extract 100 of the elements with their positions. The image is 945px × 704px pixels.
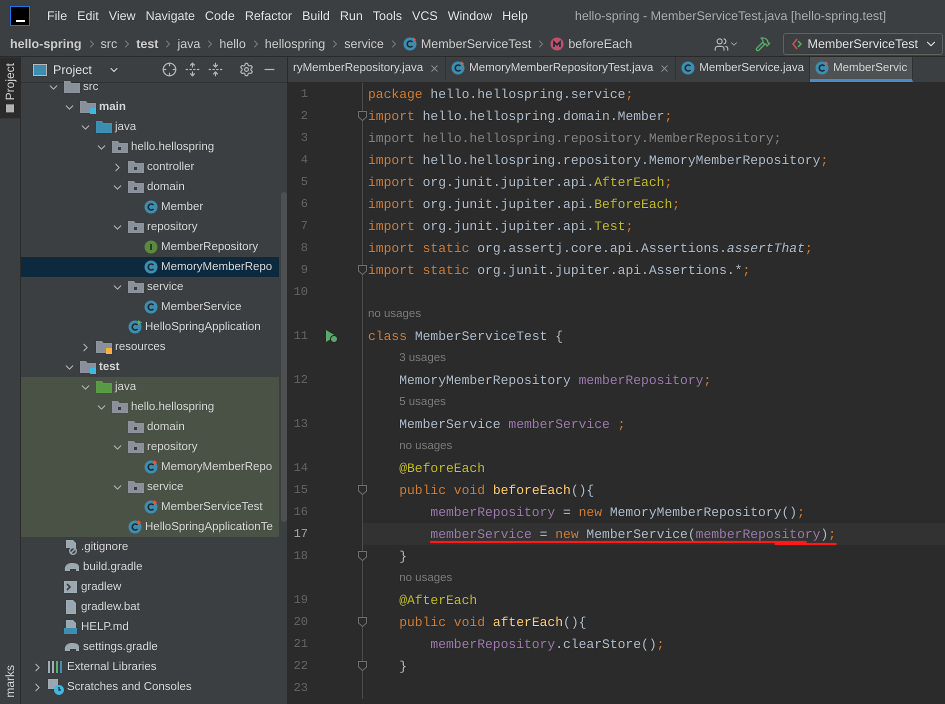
tree-item[interactable]: MemberServiceTest bbox=[21, 497, 279, 517]
scratches-icon bbox=[48, 679, 64, 695]
tree-item[interactable]: repository bbox=[21, 217, 279, 237]
line-number: 5 bbox=[300, 175, 308, 189]
menu-item[interactable]: Refactor bbox=[240, 9, 298, 23]
menu-item[interactable]: Run bbox=[334, 9, 368, 23]
tree-item[interactable]: HELP.md bbox=[21, 617, 279, 637]
breadcrumb[interactable]: src bbox=[100, 37, 118, 51]
tree-item-label: java bbox=[115, 381, 136, 393]
scrollbar-thumb[interactable] bbox=[281, 192, 287, 522]
tree-item-label: java bbox=[115, 121, 136, 133]
bookmarks-tool-tab[interactable]: marks bbox=[0, 659, 20, 704]
menu-item[interactable]: Help bbox=[497, 9, 533, 23]
tree-item[interactable]: MemoryMemberRepo bbox=[21, 457, 279, 477]
project-tool-tab[interactable]: Project bbox=[0, 57, 20, 118]
line-number: 12 bbox=[292, 373, 308, 387]
tree-item[interactable]: resources bbox=[21, 337, 279, 357]
tree-item[interactable]: src bbox=[21, 77, 279, 97]
run-config-dropdown[interactable]: MemberServiceTest bbox=[782, 33, 943, 55]
menu-item[interactable]: File bbox=[42, 9, 72, 23]
code-line: import static org.junit.jupiter.api.Assertions.*; bbox=[368, 262, 750, 278]
breadcrumb[interactable]: beforeEach bbox=[568, 37, 632, 51]
tree-item[interactable]: MemoryMemberRepo bbox=[21, 257, 279, 277]
code-line: memberRepository.clearStore(); bbox=[430, 636, 664, 652]
tree-item[interactable]: service bbox=[21, 477, 279, 497]
users-icon bbox=[714, 36, 729, 52]
code-line: MemoryMemberRepository memberRepository; bbox=[399, 372, 712, 388]
breadcrumb[interactable]: hello bbox=[219, 37, 246, 51]
tree-item[interactable]: gradlew.bat bbox=[21, 597, 279, 617]
expand-all-icon[interactable] bbox=[184, 62, 200, 77]
line-number: 18 bbox=[292, 549, 308, 563]
tree-item[interactable]: hello.hellospring bbox=[21, 137, 279, 157]
menu-item[interactable]: VCS bbox=[406, 9, 443, 23]
window-icon bbox=[33, 64, 47, 76]
ignored-file-icon bbox=[64, 539, 78, 555]
tree-item[interactable]: HelloSpringApplication bbox=[21, 317, 279, 337]
breadcrumb[interactable]: java bbox=[177, 37, 200, 51]
tree-item[interactable]: HelloSpringApplicationTe bbox=[21, 517, 279, 537]
menu-item[interactable]: Edit bbox=[72, 9, 104, 23]
menu-item[interactable]: Code bbox=[200, 9, 240, 23]
terminal-icon bbox=[64, 580, 78, 594]
breadcrumb[interactable]: MemberServiceTest bbox=[420, 37, 532, 51]
method-icon bbox=[550, 37, 564, 51]
collapse-all-icon[interactable] bbox=[208, 62, 223, 77]
editor-tab[interactable]: MemberServic bbox=[810, 57, 914, 82]
tree-item-label: hello.hellospring bbox=[131, 141, 214, 153]
tree-item[interactable]: controller bbox=[21, 157, 279, 177]
tree-item-label: domain bbox=[147, 421, 185, 433]
tree-item-label: HELP.md bbox=[81, 621, 129, 633]
menu-item[interactable]: Build bbox=[297, 9, 335, 23]
line-number: 1 bbox=[300, 87, 308, 101]
code-line: } bbox=[399, 548, 407, 564]
project-view-dropdown[interactable]: Project bbox=[33, 62, 120, 76]
line-number: 13 bbox=[292, 417, 308, 431]
test-class-icon bbox=[144, 460, 158, 474]
crosshair-icon[interactable] bbox=[162, 62, 177, 77]
tree-item[interactable]: domain bbox=[21, 177, 279, 197]
breadcrumb[interactable]: hellospring bbox=[264, 37, 326, 51]
tree-item-label: Member bbox=[161, 201, 204, 213]
tree-item[interactable]: Scratches and Consoles bbox=[21, 677, 279, 697]
close-icon[interactable] bbox=[659, 62, 670, 74]
menu-item[interactable]: View bbox=[104, 9, 141, 23]
fold-marker-icon[interactable] bbox=[358, 551, 367, 561]
app-logo bbox=[10, 6, 30, 26]
tree-item-label: repository bbox=[147, 221, 198, 233]
tree-item[interactable]: test bbox=[21, 357, 279, 377]
breadcrumb[interactable]: test bbox=[136, 37, 158, 51]
settings-icon[interactable] bbox=[238, 62, 254, 77]
tree-item[interactable]: domain bbox=[21, 417, 279, 437]
menu-item[interactable]: Window bbox=[442, 9, 498, 23]
tree-item[interactable]: service bbox=[21, 277, 279, 297]
tree-item[interactable]: java bbox=[21, 117, 279, 137]
menu-item[interactable]: Tools bbox=[368, 9, 407, 23]
tree-item-label: Scratches and Consoles bbox=[67, 681, 192, 693]
fold-marker-icon[interactable] bbox=[358, 661, 367, 671]
close-icon[interactable] bbox=[429, 62, 440, 74]
fold-marker-icon[interactable] bbox=[358, 617, 367, 627]
tree-item[interactable]: MemberService bbox=[21, 297, 279, 317]
tree-item[interactable]: .gitignore bbox=[21, 537, 279, 557]
tree-item[interactable]: hello.hellospring bbox=[21, 397, 279, 417]
line-number: 8 bbox=[300, 241, 308, 255]
fold-marker-icon[interactable] bbox=[358, 485, 367, 495]
fold-marker-icon[interactable] bbox=[358, 111, 367, 121]
tree-item[interactable]: main bbox=[21, 97, 279, 117]
line-number: 7 bbox=[300, 219, 308, 233]
class-icon bbox=[681, 61, 696, 75]
tree-item-label: MemoryMemberRepo bbox=[161, 261, 272, 273]
tree-item[interactable]: java bbox=[21, 377, 279, 397]
tree-item[interactable]: gradlew bbox=[21, 577, 279, 597]
run-icon[interactable] bbox=[324, 329, 338, 343]
tree-item[interactable]: External Libraries bbox=[21, 657, 279, 677]
tree-item[interactable]: build.gradle bbox=[21, 557, 279, 577]
fold-marker-icon[interactable] bbox=[358, 265, 367, 275]
menu-item[interactable]: Navigate bbox=[140, 9, 200, 23]
tree-item[interactable]: Member bbox=[21, 197, 279, 217]
tree-item[interactable]: MemberRepository bbox=[21, 237, 279, 257]
tree-item[interactable]: settings.gradle bbox=[21, 637, 279, 657]
breadcrumb[interactable]: hello-spring bbox=[10, 37, 82, 51]
breadcrumb[interactable]: service bbox=[344, 37, 384, 51]
tree-item[interactable]: repository bbox=[21, 437, 279, 457]
